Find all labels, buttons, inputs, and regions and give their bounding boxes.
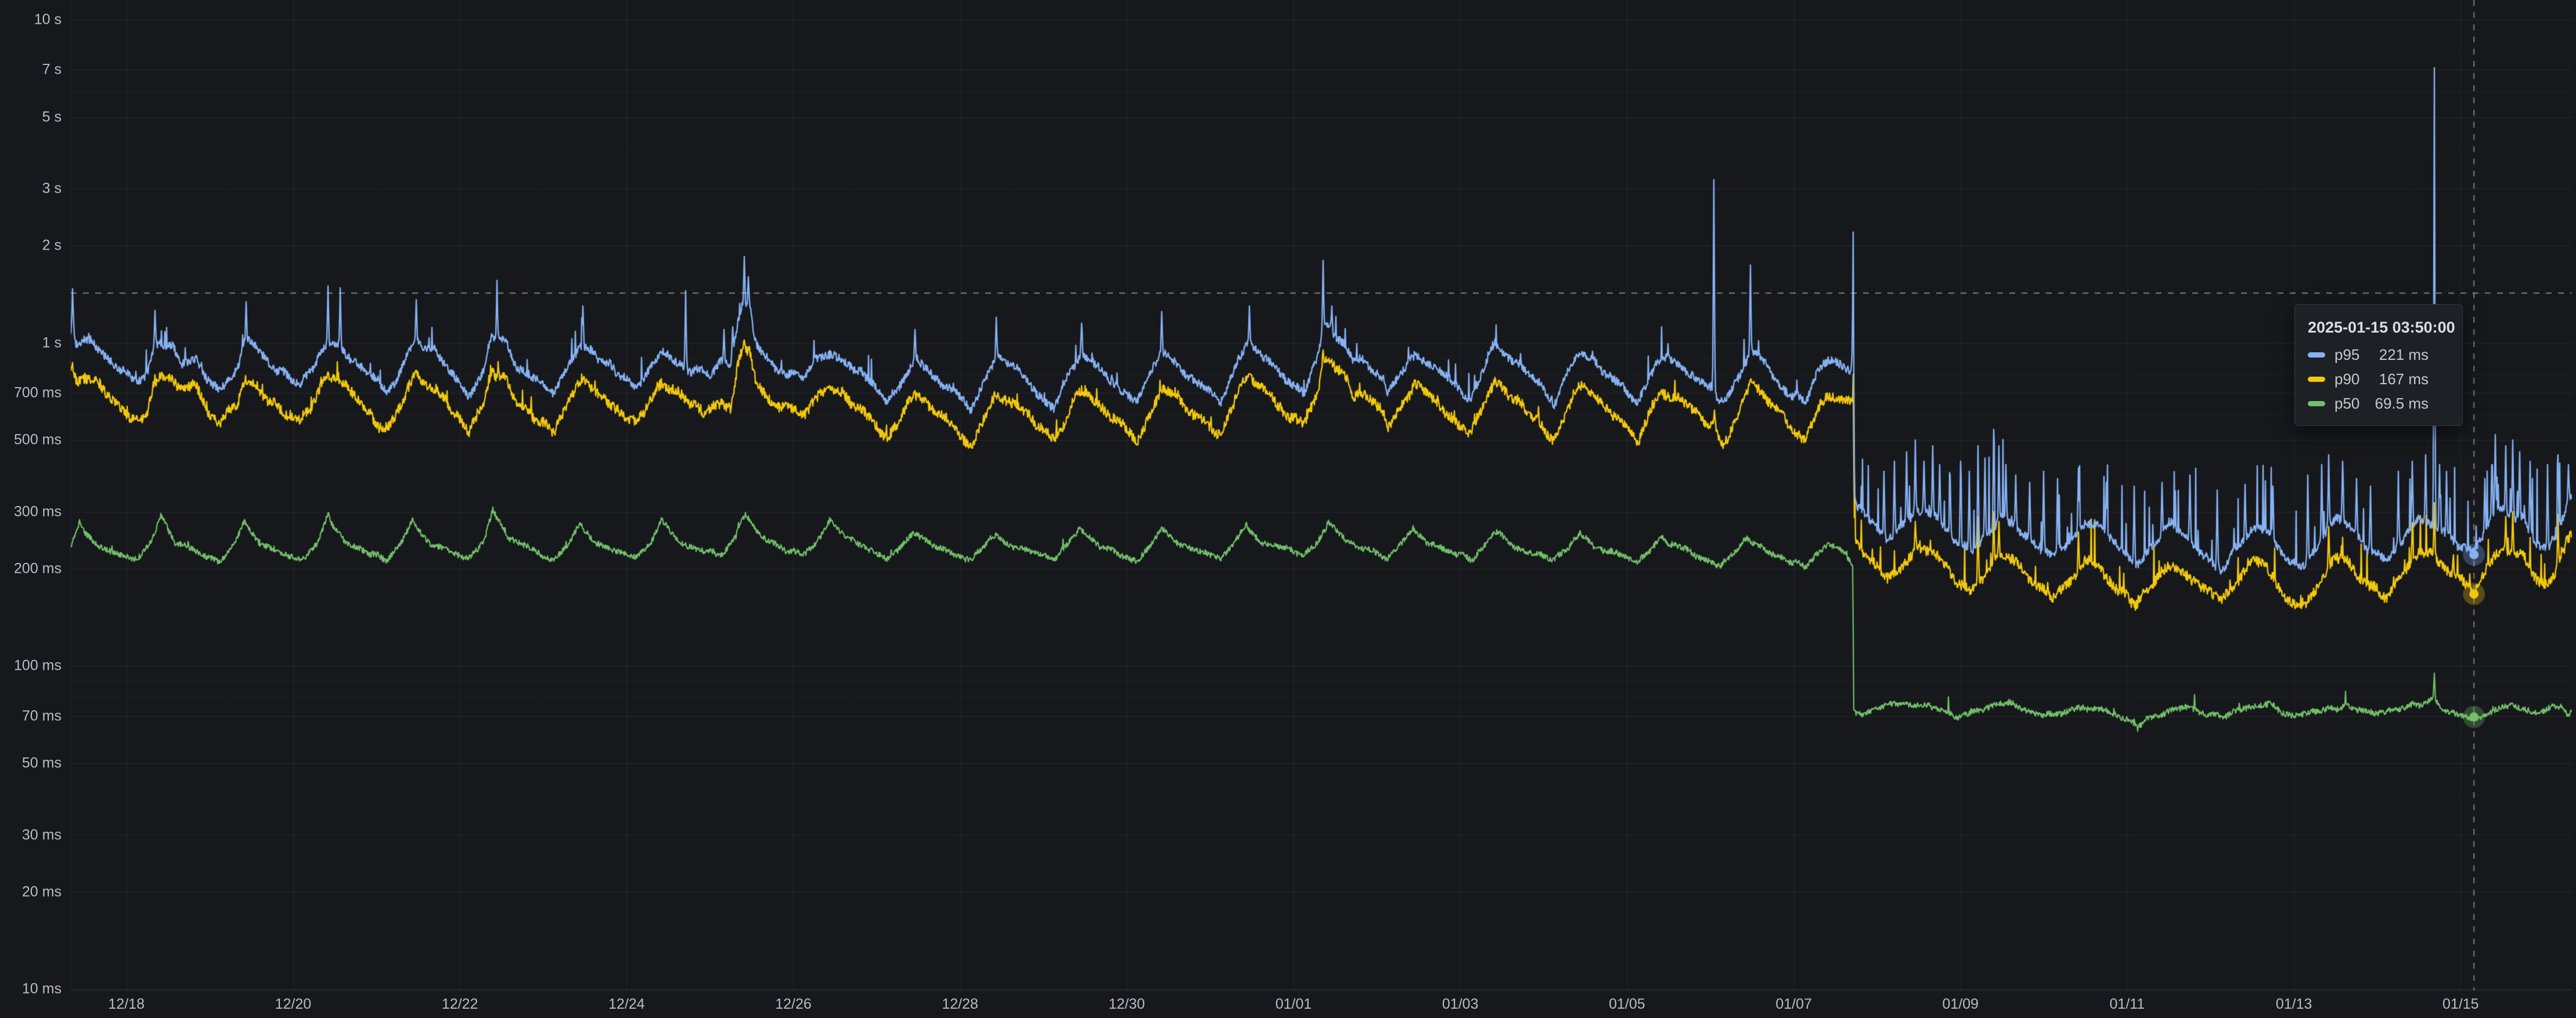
y-axis-tick-label: 700 ms <box>0 384 62 401</box>
x-axis-tick-label: 01/07 <box>1775 996 1812 1013</box>
x-axis-tick-label: 12/22 <box>442 996 478 1013</box>
x-axis-tick-label: 12/24 <box>608 996 645 1013</box>
y-axis-tick-label: 50 ms <box>0 755 62 772</box>
series-value: 167 ms <box>2379 370 2429 388</box>
series-color-swatch <box>2308 352 2325 358</box>
x-axis-tick-label: 01/15 <box>2442 996 2479 1013</box>
series-value: 221 ms <box>2379 346 2429 364</box>
tooltip-row: p90167 ms <box>2308 370 2451 388</box>
y-axis-tick-label: 100 ms <box>0 658 62 674</box>
y-axis-tick-label: 20 ms <box>0 883 62 900</box>
series-label: p50 <box>2334 395 2375 413</box>
x-axis-tick-label: 01/01 <box>1276 996 1312 1013</box>
latency-chart-canvas[interactable] <box>0 0 2576 1018</box>
y-axis-tick-label: 70 ms <box>0 707 62 724</box>
y-axis-tick-label: 5 s <box>0 109 62 125</box>
tooltip-row: p5069.5 ms <box>2308 395 2451 413</box>
x-axis-tick-label: 01/11 <box>2110 996 2145 1013</box>
y-axis-tick-label: 10 ms <box>0 981 62 998</box>
x-axis-tick-label: 01/13 <box>2276 996 2312 1013</box>
y-axis-tick-label: 7 s <box>0 62 62 78</box>
x-axis-tick-label: 12/26 <box>775 996 812 1013</box>
latency-chart-panel: 10 s 7 s 5 s 3 s 2 s 1 s 700 ms 500 ms 300 ms 200… <box>0 0 2576 1018</box>
series-value: 69.5 ms <box>2375 395 2429 413</box>
y-axis-tick-label: 10 s <box>0 12 62 28</box>
series-color-swatch <box>2308 377 2325 382</box>
y-axis-tick-label: 1 s <box>0 334 62 351</box>
x-axis-tick-label: 12/28 <box>942 996 978 1013</box>
chart-tooltip: 2025-01-15 03:50:00 p95221 msp90167 msp5… <box>2294 304 2463 426</box>
y-axis-tick-label: 2 s <box>0 237 62 254</box>
x-axis-tick-label: 01/05 <box>1609 996 1645 1013</box>
x-axis-tick-label: 01/03 <box>1442 996 1479 1013</box>
series-label: p90 <box>2334 370 2379 388</box>
grafana-latency-panel: { "page": {"background": "#16181c", "tex… <box>0 0 2576 1018</box>
y-axis-tick-label: 300 ms <box>0 503 62 520</box>
x-axis-tick-label: 12/18 <box>108 996 145 1013</box>
tooltip-rows: p95221 msp90167 msp5069.5 ms <box>2308 346 2451 413</box>
series-label: p95 <box>2334 346 2379 364</box>
y-axis-tick-label: 500 ms <box>0 432 62 449</box>
tooltip-row: p95221 ms <box>2308 346 2451 364</box>
y-axis-tick-label: 30 ms <box>0 826 62 843</box>
y-axis-tick-label: 3 s <box>0 181 62 197</box>
series-color-swatch <box>2308 401 2325 406</box>
x-axis-tick-label: 12/30 <box>1109 996 1145 1013</box>
x-axis-tick-label: 12/20 <box>275 996 312 1013</box>
tooltip-timestamp: 2025-01-15 03:50:00 <box>2308 319 2451 337</box>
x-axis-tick-label: 01/09 <box>1943 996 1979 1013</box>
y-axis-tick-label: 200 ms <box>0 560 62 577</box>
